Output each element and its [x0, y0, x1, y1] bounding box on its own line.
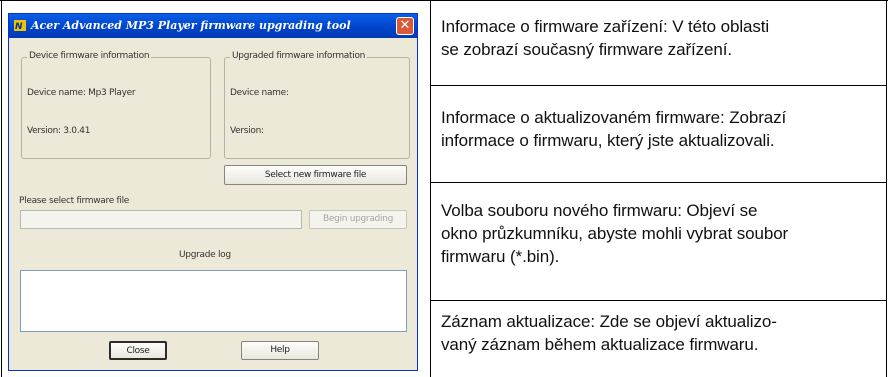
device-firmware-group: Device firmware information Device name:… [21, 51, 211, 159]
svg-text:N: N [15, 22, 23, 31]
description-select-file: Volba souboru nového firmwaru: Objeví se… [441, 199, 881, 268]
dialog-title: Acer Advanced MP3 Player firmware upgrad… [31, 19, 351, 32]
description-line: Volba souboru nového firmwaru: Objeví se [441, 201, 758, 220]
close-icon[interactable]: ✕ [396, 17, 414, 35]
description-line: vaný záznam během aktualizace firmwaru. [441, 335, 759, 354]
help-button[interactable]: Help [241, 341, 319, 360]
table-middle-border [430, 0, 431, 377]
close-button[interactable]: Close [109, 341, 167, 360]
description-line: Informace o aktualizovaném firmware: Zob… [441, 108, 787, 127]
description-line: Informace o firmware zařízení: V této ob… [441, 17, 770, 36]
row-divider [430, 300, 887, 301]
upgraded-name-label: Device name: [230, 88, 289, 98]
select-file-label: Please select firmware file [19, 196, 130, 206]
description-device-firmware: Informace o firmware zařízení: V této ob… [441, 15, 881, 61]
description-line: se zobrazí současný firmware zařízení. [441, 40, 732, 59]
group-title: Upgraded firmware information [230, 51, 368, 61]
device-version-label: Version: 3.0.41 [27, 126, 91, 136]
table-right-border [886, 0, 887, 377]
firmware-file-field[interactable] [20, 210, 302, 229]
description-line: informace o firmwaru, který jste aktuali… [441, 131, 775, 150]
dialog-title-bar: N Acer Advanced MP3 Player firmware upgr… [9, 14, 417, 38]
upgrade-log-label: Upgrade log [179, 250, 231, 260]
select-firmware-button[interactable]: Select new firmware file [224, 165, 407, 185]
begin-upgrading-button[interactable]: Begin upgrading [309, 210, 407, 229]
upgraded-version-label: Version: [230, 126, 264, 136]
description-line: okno průzkumníku, abyste mohli vybrat so… [441, 224, 789, 243]
group-title: Device firmware information [27, 51, 152, 61]
description-upgrade-log: Záznam aktualizace: Zde se objeví aktual… [441, 310, 881, 356]
description-line: firmwaru (*.bin). [441, 247, 560, 266]
row-divider [430, 182, 887, 183]
device-name-label: Device name: Mp3 Player [27, 88, 136, 98]
table-top-border [0, 0, 888, 1]
upgraded-firmware-group: Upgraded firmware information Device nam… [224, 51, 410, 159]
row-divider [430, 85, 887, 86]
table-left-border [1, 0, 2, 377]
upgrade-log-box[interactable] [20, 270, 407, 332]
app-icon: N [14, 20, 26, 31]
description-line: Záznam aktualizace: Zde se objeví aktual… [441, 312, 777, 331]
firmware-tool-dialog: N Acer Advanced MP3 Player firmware upgr… [8, 13, 418, 371]
description-upgraded-firmware: Informace o aktualizovaném firmware: Zob… [441, 106, 881, 152]
